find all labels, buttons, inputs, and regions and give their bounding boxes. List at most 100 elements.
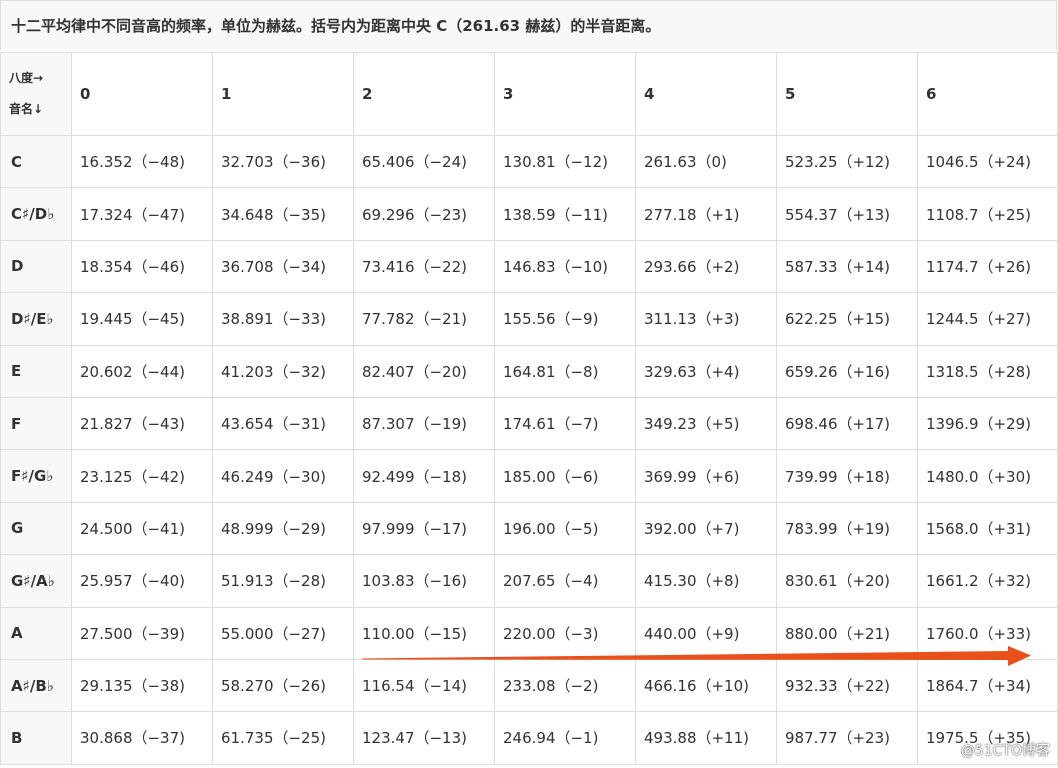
- table-row: D 18.354（−46) 36.708（−34) 73.416（−22) 146.83…: [0, 239, 1058, 294]
- note-name-cell: E: [0, 344, 72, 398]
- frequency-cell: 138.59（−11): [494, 187, 636, 241]
- frequency-cell: 311.13（+3): [635, 292, 777, 346]
- frequency-cell: 29.135（−38): [71, 658, 213, 713]
- frequency-cell: 123.47（−13): [353, 711, 495, 765]
- frequency-cell: 1864.7（+34): [917, 658, 1058, 713]
- frequency-cell: 830.61（+20): [776, 554, 918, 608]
- frequency-cell: 27.500（−39): [71, 606, 213, 660]
- header-row: 八度→ 音名↓ 0 1 2 3 4 5 6: [0, 52, 1058, 136]
- table-row: A♯/B♭ 29.135（−38) 58.270（−26) 116.54（−14) 23…: [0, 658, 1058, 713]
- frequency-cell: 493.88（+11): [635, 711, 777, 765]
- frequency-cell: 130.81（−12): [494, 134, 636, 189]
- frequency-cell: 415.30（+8): [635, 554, 777, 608]
- frequency-cell: 440.00（+9): [635, 606, 777, 660]
- frequency-cell: 25.957（−40): [71, 554, 213, 608]
- table-row: B 30.868（−37) 61.735（−25) 123.47（−13) 246.94…: [0, 711, 1058, 765]
- frequency-cell: 220.00（−3): [494, 606, 636, 660]
- frequency-cell: 207.65（−4): [494, 554, 636, 608]
- frequency-cell: 392.00（+7): [635, 501, 777, 556]
- frequency-cell: 87.307（−19): [353, 396, 495, 451]
- frequency-cell: 1244.5（+27): [917, 292, 1058, 346]
- frequency-cell: 523.25（+12): [776, 134, 918, 189]
- note-name-cell: B: [0, 711, 72, 765]
- frequency-cell: 51.913（−28): [212, 554, 354, 608]
- frequency-cell: 19.445（−45): [71, 292, 213, 346]
- frequency-cell: 97.999（−17): [353, 501, 495, 556]
- octave-header: 6: [917, 52, 1058, 136]
- table-row: D♯/E♭ 19.445（−45) 38.891（−33) 77.782（−21) 15…: [0, 292, 1058, 346]
- table-row: C♯/D♭ 17.324（−47) 34.648（−35) 69.296（−23) 13…: [0, 187, 1058, 241]
- frequency-cell: 73.416（−22): [353, 239, 495, 294]
- frequency-cell: 554.37（+13): [776, 187, 918, 241]
- note-name-cell: D: [0, 239, 72, 294]
- frequency-cell: 587.33（+14): [776, 239, 918, 294]
- frequency-cell: 17.324（−47): [71, 187, 213, 241]
- note-name-cell: F♯/G♭: [0, 449, 72, 503]
- frequency-cell: 1396.9（+29): [917, 396, 1058, 451]
- frequency-cell: 155.56（−9): [494, 292, 636, 346]
- note-name-cell: A♯/B♭: [0, 658, 72, 713]
- frequency-cell: 24.500（−41): [71, 501, 213, 556]
- note-name-cell: G: [0, 501, 72, 556]
- frequency-cell: 349.23（+5): [635, 396, 777, 451]
- frequency-cell: 16.352（−48): [71, 134, 213, 189]
- frequency-cell: 103.83（−16): [353, 554, 495, 608]
- frequency-cell: 196.00（−5): [494, 501, 636, 556]
- frequency-cell: 30.868（−37): [71, 711, 213, 765]
- frequency-cell: 58.270（−26): [212, 658, 354, 713]
- frequency-cell: 55.000（−27): [212, 606, 354, 660]
- frequency-cell: 987.77（+23): [776, 711, 918, 765]
- frequency-cell: 18.354（−46): [71, 239, 213, 294]
- frequency-cell: 20.602（−44): [71, 344, 213, 398]
- frequency-cell: 69.296（−23): [353, 187, 495, 241]
- corner-header: 八度→ 音名↓: [0, 52, 72, 136]
- frequency-cell: 1318.5（+28): [917, 344, 1058, 398]
- note-name-cell: G♯/A♭: [0, 554, 72, 608]
- table-caption: 十二平均律中不同音高的频率，单位为赫兹。括号内为距离中央 C（261.63 赫兹…: [0, 0, 1057, 50]
- frequency-cell: 1480.0（+30): [917, 449, 1058, 503]
- note-name-cell: A: [0, 606, 72, 660]
- frequency-cell: 34.648（−35): [212, 187, 354, 241]
- octave-header: 1: [212, 52, 354, 136]
- note-name-cell: F: [0, 396, 72, 451]
- frequency-cell: 293.66（+2): [635, 239, 777, 294]
- note-name-cell: C♯/D♭: [0, 187, 72, 241]
- frequency-cell: 38.891（−33): [212, 292, 354, 346]
- watermark: @51CTO博客: [960, 743, 1050, 759]
- frequency-cell: 659.26（+16): [776, 344, 918, 398]
- frequency-cell: 61.735（−25): [212, 711, 354, 765]
- frequency-cell: 233.08（−2): [494, 658, 636, 713]
- frequency-cell: 739.99（+18): [776, 449, 918, 503]
- frequency-cell: 1046.5（+24): [917, 134, 1058, 189]
- octave-axis-label: 八度→: [9, 71, 44, 85]
- frequency-cell: 880.00（+21): [776, 606, 918, 660]
- frequency-cell: 146.83（−10): [494, 239, 636, 294]
- frequency-cell: 65.406（−24): [353, 134, 495, 189]
- frequency-cell: 932.33（+22): [776, 658, 918, 713]
- frequency-cell: 174.61（−7): [494, 396, 636, 451]
- frequency-cell: 110.00（−15): [353, 606, 495, 660]
- frequency-cell: 261.63（0): [635, 134, 777, 189]
- note-name-cell: C: [0, 134, 72, 189]
- table-row: G♯/A♭ 25.957（−40) 51.913（−28) 103.83（−16) 20…: [0, 554, 1058, 608]
- frequency-cell: 185.00（−6): [494, 449, 636, 503]
- frequency-cell: 622.25（+15): [776, 292, 918, 346]
- octave-header: 4: [635, 52, 777, 136]
- octave-header: 3: [494, 52, 636, 136]
- frequency-cell: 92.499（−18): [353, 449, 495, 503]
- frequency-cell: 466.16（+10): [635, 658, 777, 713]
- frequency-cell: 783.99（+19): [776, 501, 918, 556]
- frequency-cell: 116.54（−14): [353, 658, 495, 713]
- frequency-cell: 1661.2（+32): [917, 554, 1058, 608]
- frequency-cell: 1760.0（+33): [917, 606, 1058, 660]
- table-row: E 20.602（−44) 41.203（−32) 82.407（−20) 164.81…: [0, 344, 1058, 398]
- octave-header: 2: [353, 52, 495, 136]
- octave-header: 0: [71, 52, 213, 136]
- frequency-table: 八度→ 音名↓ 0 1 2 3 4 5 6 C 16.352（−48) 32.703…: [0, 52, 1058, 765]
- table-row: G 24.500（−41) 48.999（−29) 97.999（−17) 196.00…: [0, 501, 1058, 556]
- frequency-cell: 1174.7（+26): [917, 239, 1058, 294]
- frequency-cell: 82.407（−20): [353, 344, 495, 398]
- frequency-cell: 41.203（−32): [212, 344, 354, 398]
- frequency-cell: 32.703（−36): [212, 134, 354, 189]
- table-row: A 27.500（−39) 55.000（−27) 110.00（−15) 220.00…: [0, 606, 1058, 660]
